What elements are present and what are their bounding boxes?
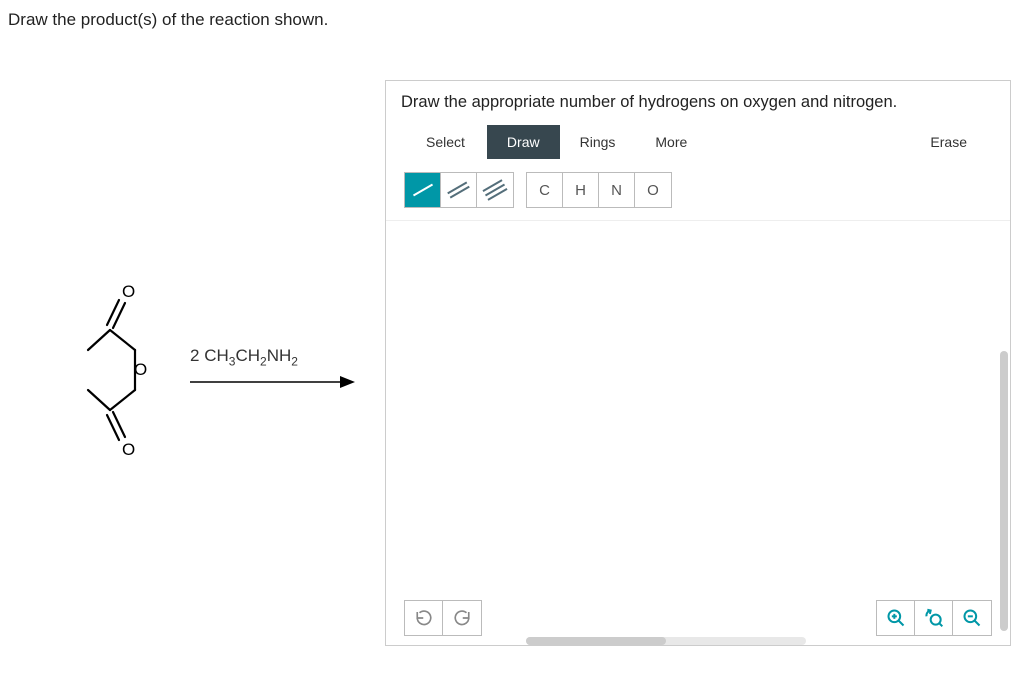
element-o-button[interactable]: O (635, 173, 671, 207)
svg-text:O: O (122, 282, 135, 301)
horizontal-scroll-thumb[interactable] (526, 637, 666, 645)
main-toolbar: Select Draw Rings More Erase (386, 120, 1010, 164)
element-tool-group: C H N O (526, 172, 672, 208)
zoom-reset-icon (924, 608, 944, 628)
vertical-scroll-thumb[interactable] (1000, 351, 1008, 631)
bond-tool-group (404, 172, 514, 208)
select-button[interactable]: Select (404, 125, 487, 159)
element-h-button[interactable]: H (563, 173, 599, 207)
reaction-arrow-icon (190, 373, 355, 391)
svg-text:O: O (134, 360, 147, 379)
element-n-button[interactable]: N (599, 173, 635, 207)
triple-bond-icon (482, 179, 507, 200)
triple-bond-button[interactable] (477, 173, 513, 207)
single-bond-icon (412, 184, 432, 197)
starting-material-structure: O O O (70, 270, 170, 470)
undo-icon (415, 609, 433, 627)
horizontal-scrollbar[interactable] (526, 637, 806, 645)
zoom-out-icon (962, 608, 982, 628)
panel-instruction: Draw the appropriate number of hydrogens… (386, 81, 1010, 120)
element-c-button[interactable]: C (527, 173, 563, 207)
rings-button[interactable]: Rings (560, 125, 636, 159)
reaction-diagram: O O O 2 CH3CH2NH2 (0, 270, 380, 470)
zoom-in-button[interactable] (877, 601, 915, 635)
redo-button[interactable] (443, 601, 481, 635)
bottom-toolbar (386, 590, 1010, 645)
double-bond-button[interactable] (441, 173, 477, 207)
drawing-editor-panel: Draw the appropriate number of hydrogens… (385, 80, 1011, 646)
reagent-label: 2 CH3CH2NH2 (190, 346, 355, 368)
erase-button[interactable]: Erase (910, 125, 992, 159)
redo-icon (453, 609, 471, 627)
sub-toolbar: C H N O (386, 164, 1010, 221)
zoom-in-icon (886, 608, 906, 628)
question-text: Draw the product(s) of the reaction show… (0, 0, 1024, 40)
zoom-out-button[interactable] (953, 601, 991, 635)
zoom-reset-button[interactable] (915, 601, 953, 635)
vertical-scrollbar[interactable] (1000, 351, 1008, 671)
double-bond-icon (447, 181, 470, 198)
draw-button[interactable]: Draw (487, 125, 560, 159)
history-tool-group (404, 600, 482, 636)
more-button[interactable]: More (635, 125, 707, 159)
svg-text:O: O (122, 440, 135, 459)
undo-button[interactable] (405, 601, 443, 635)
drawing-canvas[interactable] (386, 221, 1010, 621)
single-bond-button[interactable] (405, 173, 441, 207)
zoom-tool-group (876, 600, 992, 636)
